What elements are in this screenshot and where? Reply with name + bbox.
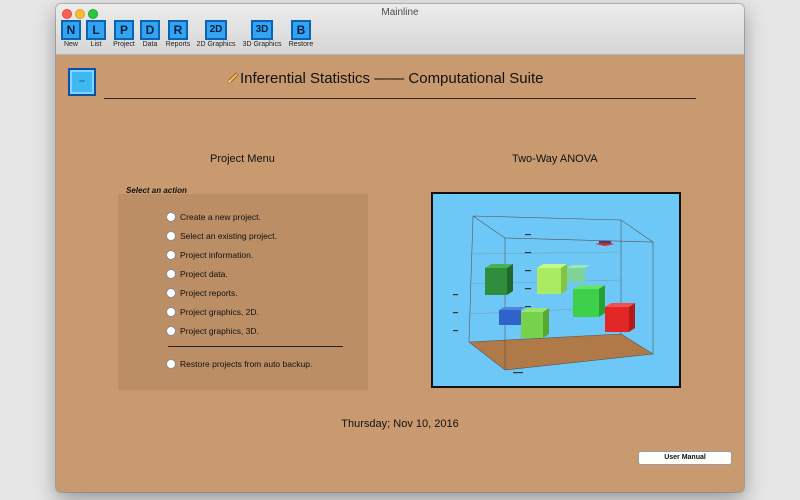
current-date: Thursday; Nov 10, 2016 bbox=[341, 418, 459, 430]
radio-button[interactable] bbox=[166, 231, 176, 241]
page-title-text: Inferential Statistics —— Computational … bbox=[240, 70, 544, 87]
anova-cell-cube bbox=[537, 264, 567, 294]
toolbar-2d-graphics-button[interactable]: 2D 2D Graphics bbox=[194, 20, 238, 48]
option-label: Select an existing project. bbox=[180, 231, 277, 241]
project-icon: P bbox=[114, 20, 134, 40]
radio-button[interactable] bbox=[166, 326, 176, 336]
toolbar-label: 2D Graphics bbox=[196, 41, 236, 48]
toolbar-label: Restore bbox=[288, 41, 314, 48]
project-menu-title: Project Menu bbox=[210, 153, 275, 165]
option-project-data[interactable]: Project data. bbox=[166, 268, 228, 280]
radio-button[interactable] bbox=[166, 288, 176, 298]
toolbar-label: List bbox=[90, 41, 102, 48]
heading-divider bbox=[104, 98, 696, 99]
anova-cell-cube bbox=[485, 264, 513, 295]
toolbar-label: New bbox=[63, 41, 78, 48]
option-label: Project data. bbox=[180, 269, 228, 279]
user-manual-button[interactable]: User Manual bbox=[638, 451, 732, 465]
title-bar: Mainline N New L List P Project D Data R… bbox=[56, 4, 744, 55]
radio-button[interactable] bbox=[166, 250, 176, 260]
toolbar-label: Project bbox=[113, 41, 135, 48]
option-project-graphics-3d[interactable]: Project graphics, 3D. bbox=[166, 325, 259, 337]
pencil-icon bbox=[227, 72, 239, 84]
toolbar-new-button[interactable]: N New bbox=[61, 20, 81, 48]
option-project-information[interactable]: Project information. bbox=[166, 249, 253, 261]
menu-divider bbox=[168, 346, 343, 347]
radio-button[interactable] bbox=[166, 269, 176, 279]
anova-cell-cube bbox=[605, 303, 635, 332]
anova-3d-scene bbox=[453, 215, 655, 374]
toolbar-label: Data bbox=[142, 41, 158, 48]
main-content: ≡≡≡ Inferential Statistics —— Computatio… bbox=[56, 55, 744, 492]
data-icon: D bbox=[140, 20, 160, 40]
radio-button[interactable] bbox=[166, 307, 176, 317]
list-icon: L bbox=[86, 20, 106, 40]
anova-title: Two-Way ANOVA bbox=[512, 153, 598, 165]
anova-cell-cube bbox=[567, 265, 590, 282]
toolbar-label: Reports bbox=[165, 41, 191, 48]
app-logo: ≡≡≡ bbox=[68, 68, 96, 96]
anova-cell-cube bbox=[573, 285, 605, 317]
window-title: Mainline bbox=[381, 7, 419, 18]
toolbar-restore-button[interactable]: B Restore bbox=[286, 20, 316, 48]
radio-button[interactable] bbox=[166, 359, 176, 369]
graphics-3d-icon: 3D bbox=[251, 20, 273, 40]
anova-cell-cube bbox=[521, 308, 549, 338]
anova-3d-plot bbox=[431, 192, 681, 388]
option-label: Project graphics, 3D. bbox=[180, 326, 259, 336]
toolbar-data-button[interactable]: D Data bbox=[140, 20, 160, 48]
option-label: Project information. bbox=[180, 250, 254, 260]
legend-marker bbox=[595, 241, 615, 246]
restore-icon: B bbox=[291, 20, 311, 40]
new-icon: N bbox=[61, 20, 81, 40]
reports-icon: R bbox=[168, 20, 188, 40]
option-project-graphics-2d[interactable]: Project graphics, 2D. bbox=[166, 306, 259, 318]
option-label: Project reports. bbox=[180, 288, 238, 298]
toolbar-reports-button[interactable]: R Reports bbox=[163, 20, 193, 48]
option-label: Project graphics, 2D. bbox=[180, 307, 259, 317]
main-window: Mainline N New L List P Project D Data R… bbox=[56, 4, 744, 492]
radio-button[interactable] bbox=[166, 212, 176, 222]
option-select-project[interactable]: Select an existing project. bbox=[166, 230, 277, 242]
graphics-2d-icon: 2D bbox=[205, 20, 227, 40]
option-label: Restore projects from auto backup. bbox=[180, 359, 313, 369]
logo-mark: ≡≡≡ bbox=[79, 79, 85, 83]
toolbar-3d-graphics-button[interactable]: 3D 3D Graphics bbox=[240, 20, 284, 48]
option-create-project[interactable]: Create a new project. bbox=[166, 211, 261, 223]
plot-floor bbox=[469, 334, 653, 370]
option-label: Create a new project. bbox=[180, 212, 261, 222]
page-title: Inferential Statistics —— Computational … bbox=[227, 70, 544, 87]
option-restore-backup[interactable]: Restore projects from auto backup. bbox=[166, 358, 312, 370]
option-project-reports[interactable]: Project reports. bbox=[166, 287, 238, 299]
toolbar-list-button[interactable]: L List bbox=[86, 20, 106, 48]
toolbar-label: 3D Graphics bbox=[242, 41, 282, 48]
project-menu-panel: Create a new project. Select an existing… bbox=[118, 194, 368, 390]
toolbar-project-button[interactable]: P Project bbox=[110, 20, 138, 48]
